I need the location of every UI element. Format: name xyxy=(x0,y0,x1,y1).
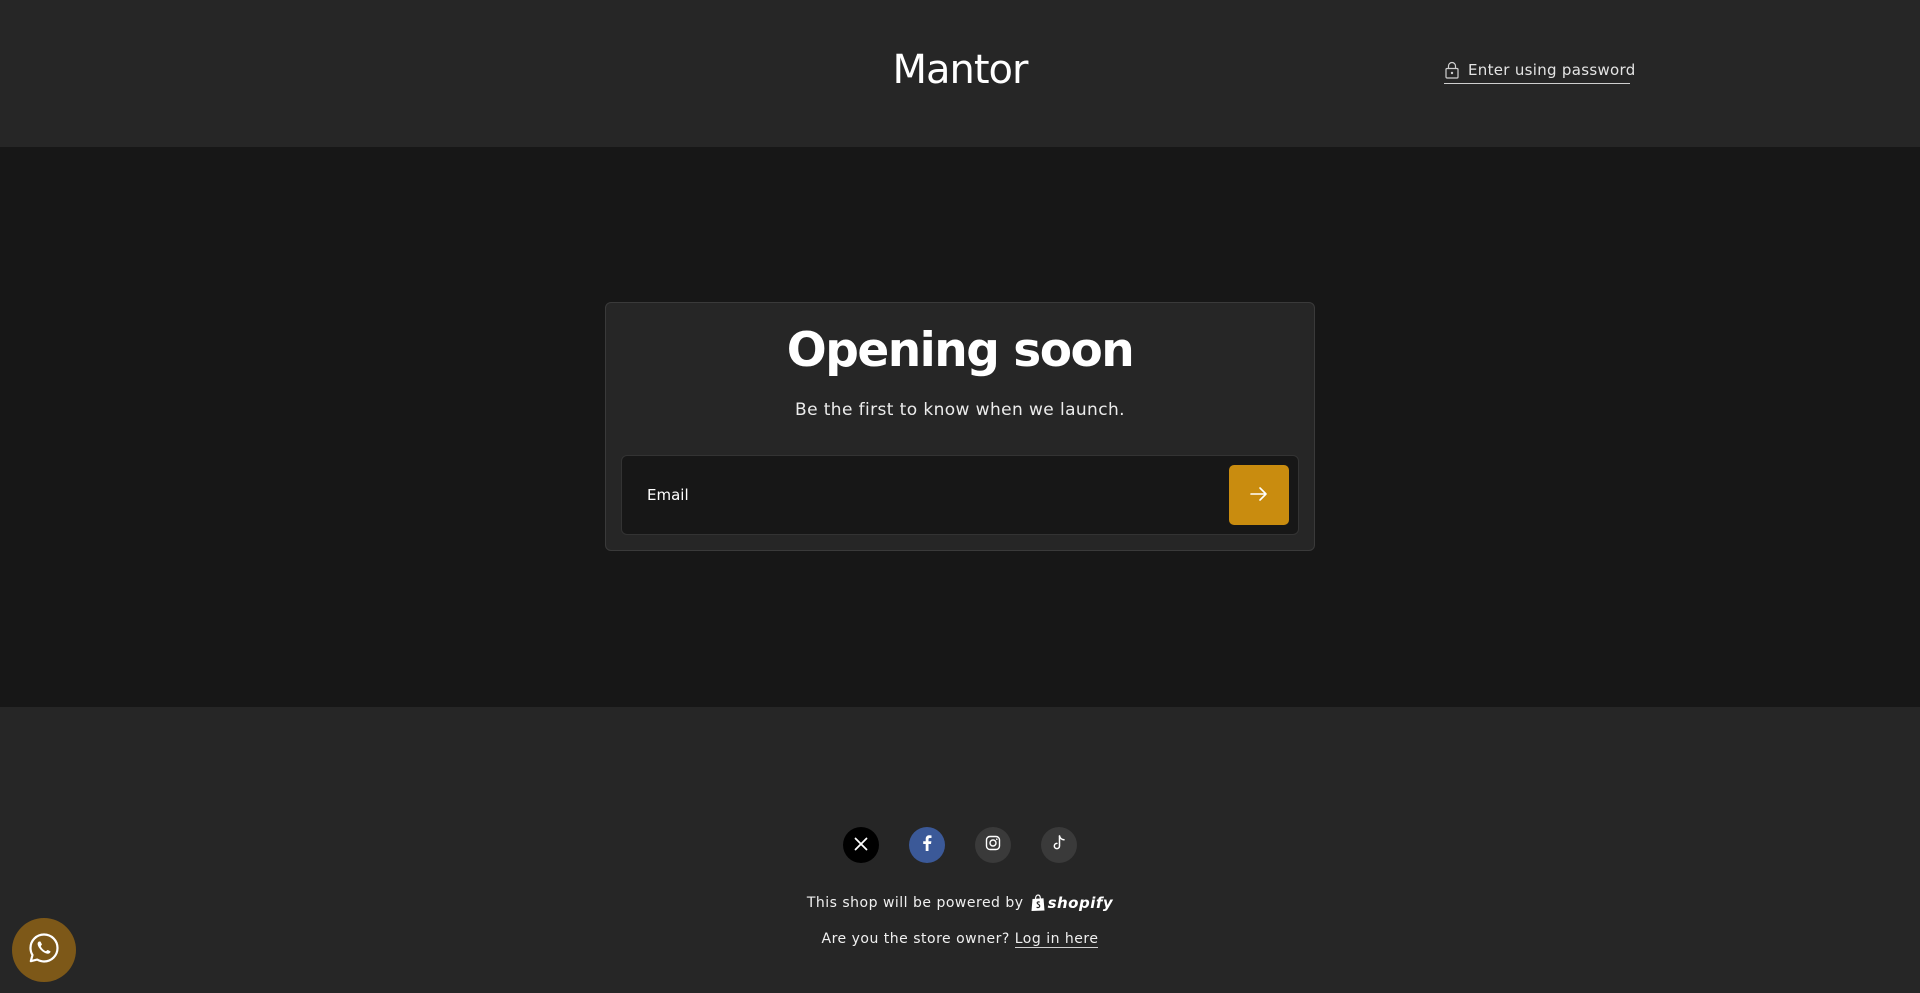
powered-by: This shop will be powered by shopify xyxy=(0,894,1920,912)
owner-text: Are you the store owner? xyxy=(821,931,1010,947)
instagram-icon xyxy=(985,835,1001,855)
shopify-logo[interactable]: shopify xyxy=(1030,894,1114,912)
whatsapp-icon xyxy=(27,931,61,969)
social-x-link[interactable] xyxy=(843,827,879,863)
whatsapp-chat-button[interactable] xyxy=(12,918,76,982)
shopify-bag-icon xyxy=(1031,894,1045,911)
social-links xyxy=(0,827,1920,863)
facebook-icon xyxy=(922,835,932,855)
page-subtitle: Be the first to know when we launch. xyxy=(795,400,1125,420)
email-form xyxy=(621,455,1299,535)
shopify-wordmark: shopify xyxy=(1047,894,1114,912)
subscribe-button[interactable] xyxy=(1229,465,1289,525)
site-header: Mantor Enter using password xyxy=(0,0,1920,147)
x-icon xyxy=(854,836,868,855)
enter-password-label: Enter using password xyxy=(1468,60,1636,79)
social-facebook-link[interactable] xyxy=(909,827,945,863)
site-footer: This shop will be powered by shopify Are… xyxy=(0,707,1920,993)
newsletter-card: Opening soon Be the first to know when w… xyxy=(605,302,1315,551)
page-title: Opening soon xyxy=(786,323,1135,378)
owner-login: Are you the store owner? Log in here xyxy=(0,931,1920,948)
lock-icon xyxy=(1444,61,1460,79)
arrow-right-icon xyxy=(1249,486,1269,505)
social-instagram-link[interactable] xyxy=(975,827,1011,863)
tiktok-icon xyxy=(1052,835,1066,855)
powered-by-text: This shop will be powered by xyxy=(806,895,1024,911)
email-input[interactable] xyxy=(622,456,1212,534)
login-link[interactable]: Log in here xyxy=(1014,931,1099,948)
social-tiktok-link[interactable] xyxy=(1041,827,1077,863)
enter-password-link[interactable]: Enter using password xyxy=(1444,58,1635,84)
